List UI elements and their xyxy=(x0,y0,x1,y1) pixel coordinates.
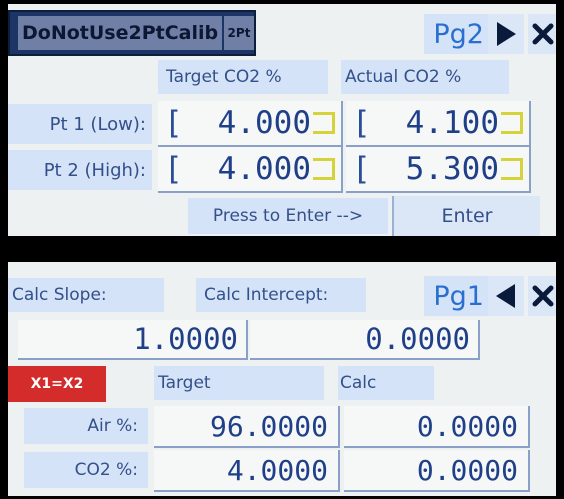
co2-calc-value: 0.0000 xyxy=(344,450,530,492)
calibration-2pt-screen: DoNotUse2PtCalib 2Pt Pg2 Target CO2 % Ac… xyxy=(8,4,556,236)
close-bracket xyxy=(501,112,523,134)
co2-target-value: 4.0000 xyxy=(154,450,340,492)
calc-slope-label: Calc Slope: xyxy=(8,278,164,312)
calc-header: Calc xyxy=(338,366,434,400)
close-bracket xyxy=(313,112,335,134)
pt1-actual-field[interactable]: [ 4.100 xyxy=(346,101,531,147)
air-target-value: 96.0000 xyxy=(154,406,340,448)
calibration-results-screen: Calc Slope: Calc Intercept: Pg1 1.0000 0… xyxy=(8,262,556,496)
play-left-icon xyxy=(496,284,515,308)
close-bracket xyxy=(501,158,523,180)
enter-button[interactable]: Enter xyxy=(392,196,540,236)
pt1-target-value: 4.000 xyxy=(217,105,311,141)
open-bracket: [ xyxy=(164,151,183,187)
mode-badge: 2Pt xyxy=(224,16,254,50)
page-indicator: Pg1 xyxy=(424,276,488,316)
close-x-icon xyxy=(532,285,554,307)
actual-co2-header: Actual CO2 % xyxy=(341,60,509,94)
page-indicator: Pg2 xyxy=(424,14,488,54)
close-button[interactable] xyxy=(528,14,556,54)
pt1-low-label: Pt 1 (Low): xyxy=(8,104,152,144)
close-button[interactable] xyxy=(528,276,556,316)
calc-intercept-value: 0.0000 xyxy=(250,320,480,360)
close-bracket xyxy=(313,158,335,180)
pt2-actual-field[interactable]: [ 5.300 xyxy=(346,147,531,193)
x1-equals-x2-alert[interactable]: X1=X2 xyxy=(8,366,106,402)
calc-slope-value: 1.0000 xyxy=(18,320,248,360)
open-bracket: [ xyxy=(164,105,183,141)
press-to-enter-prompt: Press to Enter --> xyxy=(188,198,388,234)
play-right-icon xyxy=(497,22,516,46)
close-x-icon xyxy=(532,23,554,45)
air-calc-value: 0.0000 xyxy=(344,406,530,448)
co2-pct-label: CO2 %: xyxy=(24,452,148,488)
pt2-target-field[interactable]: [ 4.000 xyxy=(158,147,343,193)
target-header: Target xyxy=(154,366,324,400)
open-bracket: [ xyxy=(352,151,371,187)
pt2-target-value: 4.000 xyxy=(217,151,311,187)
air-pct-label: Air %: xyxy=(24,408,148,444)
pt1-actual-value: 4.100 xyxy=(405,105,499,141)
screen-title: DoNotUse2PtCalib xyxy=(18,16,223,50)
pt2-actual-value: 5.300 xyxy=(405,151,499,187)
pt1-target-field[interactable]: [ 4.000 xyxy=(158,101,343,147)
calc-intercept-label: Calc Intercept: xyxy=(196,278,366,312)
open-bracket: [ xyxy=(352,105,371,141)
prev-page-button[interactable] xyxy=(488,276,524,316)
pt2-high-label: Pt 2 (High): xyxy=(8,150,152,190)
target-co2-header: Target CO2 % xyxy=(158,60,328,94)
next-page-button[interactable] xyxy=(488,14,524,54)
